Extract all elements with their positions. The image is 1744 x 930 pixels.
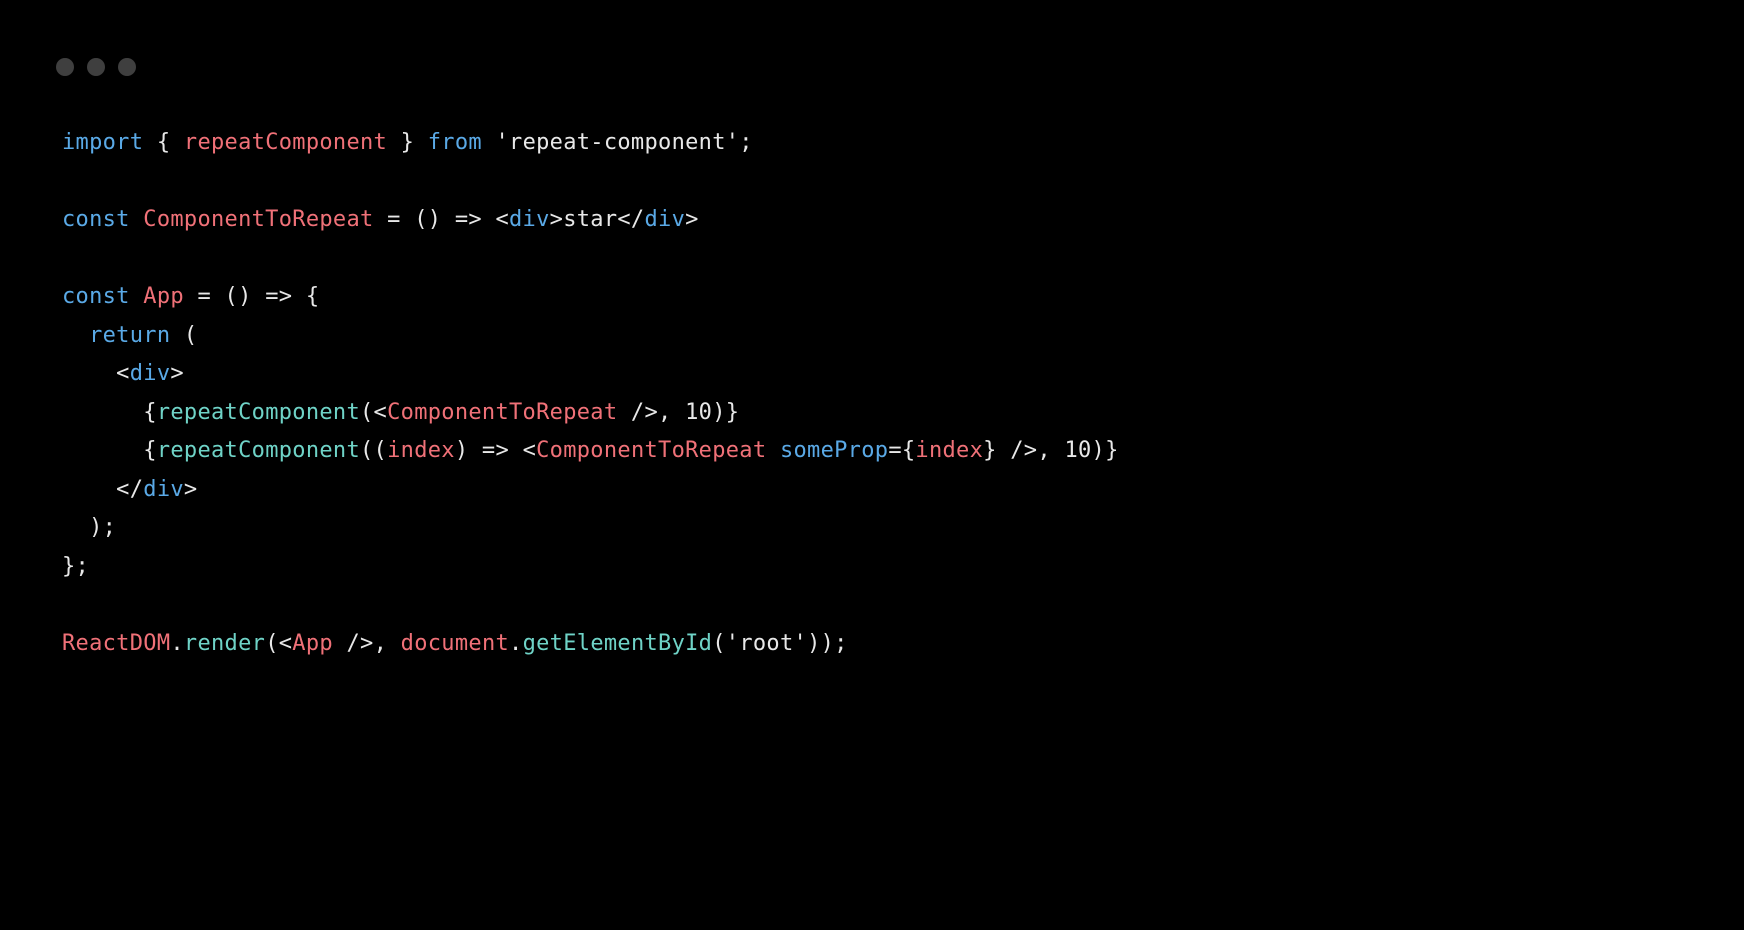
code-editor[interactable]: import { repeatComponent } from 'repeat-… xyxy=(0,76,1744,663)
code-token: }; xyxy=(62,554,89,579)
code-token: ={ xyxy=(888,438,915,463)
code-token: div xyxy=(509,207,550,232)
code-token: )} xyxy=(712,400,739,425)
code-token: 'repeat-component' xyxy=(495,130,739,155)
code-token: 10 xyxy=(1064,438,1091,463)
code-token: )} xyxy=(1092,438,1119,463)
code-token: ComponentToRepeat xyxy=(387,400,617,425)
code-token: repeatComponent xyxy=(157,400,360,425)
code-token: 10 xyxy=(685,400,712,425)
code-token: from xyxy=(428,130,482,155)
code-token: div xyxy=(644,207,685,232)
code-token: render xyxy=(184,631,265,656)
code-token: const xyxy=(62,284,130,309)
code-token: } />, xyxy=(983,438,1064,463)
code-token: ComponentToRepeat xyxy=(536,438,766,463)
window-controls xyxy=(0,0,1744,76)
code-token: (< xyxy=(360,400,387,425)
code-token xyxy=(130,207,144,232)
code-token: getElementById xyxy=(523,631,713,656)
code-token: </ xyxy=(62,477,143,502)
code-token xyxy=(62,323,89,348)
code-token: ); xyxy=(62,515,116,540)
code-token: const xyxy=(62,207,130,232)
code-token: { xyxy=(62,438,157,463)
code-token: App xyxy=(292,631,333,656)
window-close-icon[interactable] xyxy=(56,58,74,76)
code-token: . xyxy=(509,631,523,656)
code-token: div xyxy=(143,477,184,502)
code-token: div xyxy=(130,361,171,386)
code-token: index xyxy=(915,438,983,463)
code-token: > xyxy=(170,361,184,386)
code-token: ; xyxy=(739,130,753,155)
code-token: (< xyxy=(265,631,292,656)
code-token: . xyxy=(170,631,184,656)
code-token: ) => < xyxy=(455,438,536,463)
code-token: 'root' xyxy=(726,631,807,656)
code-token: return xyxy=(89,323,170,348)
code-token: ReactDOM xyxy=(62,631,170,656)
window-minimize-icon[interactable] xyxy=(87,58,105,76)
window-maximize-icon[interactable] xyxy=(118,58,136,76)
code-token: />, xyxy=(333,631,401,656)
code-token: (( xyxy=(360,438,387,463)
code-token: ( xyxy=(712,631,726,656)
code-token: App xyxy=(143,284,184,309)
code-token: > xyxy=(184,477,198,502)
code-token: )); xyxy=(807,631,848,656)
code-token: > xyxy=(685,207,699,232)
code-token: } xyxy=(387,130,428,155)
code-token: { xyxy=(62,400,157,425)
code-token xyxy=(766,438,780,463)
code-token: >star</ xyxy=(550,207,645,232)
code-token: = () => { xyxy=(184,284,319,309)
code-token: document xyxy=(401,631,509,656)
code-token: repeatComponent xyxy=(184,130,387,155)
code-token: ( xyxy=(170,323,197,348)
code-token: { xyxy=(143,130,184,155)
code-token: ComponentToRepeat xyxy=(143,207,373,232)
code-token xyxy=(482,130,496,155)
code-token: import xyxy=(62,130,143,155)
code-token: = () => < xyxy=(374,207,509,232)
code-token: someProp xyxy=(780,438,888,463)
code-token: index xyxy=(387,438,455,463)
code-token xyxy=(130,284,144,309)
code-token: < xyxy=(62,361,130,386)
code-token: repeatComponent xyxy=(157,438,360,463)
code-token: />, xyxy=(617,400,685,425)
